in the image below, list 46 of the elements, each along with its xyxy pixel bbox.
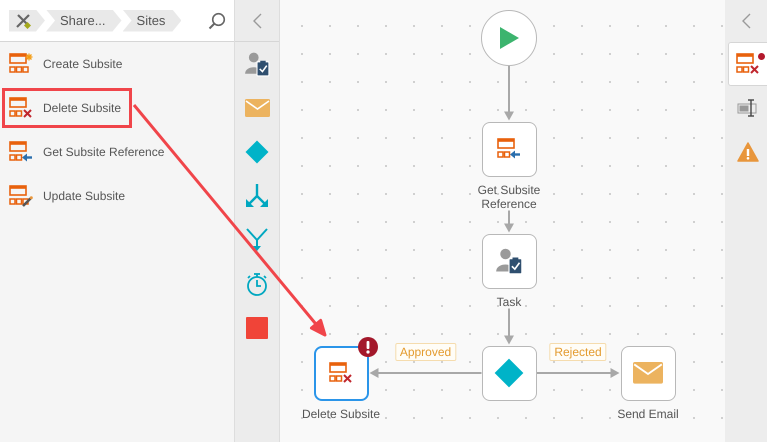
play-icon bbox=[498, 26, 520, 50]
create-subsite-icon bbox=[9, 53, 33, 75]
action-item[interactable]: Update Subsite bbox=[0, 174, 234, 218]
task-icon bbox=[244, 51, 270, 77]
connector-label: Approved bbox=[394, 343, 456, 361]
node-label: Send Email bbox=[616, 406, 680, 420]
rail-tab[interactable] bbox=[728, 42, 767, 86]
delete-subsite-icon bbox=[736, 53, 760, 75]
action-item[interactable]: Create Subsite bbox=[0, 42, 234, 86]
stop-square-icon bbox=[246, 317, 268, 339]
warning-icon bbox=[736, 142, 758, 162]
home-breadcrumb[interactable] bbox=[9, 10, 45, 32]
collapse-icon[interactable] bbox=[252, 12, 262, 28]
connector-arrow bbox=[504, 66, 514, 120]
node-label: Get Subsite Reference bbox=[476, 182, 542, 210]
breadcrumb[interactable]: Sites bbox=[122, 10, 182, 32]
subsite-reference-icon bbox=[497, 138, 521, 160]
diamond-icon bbox=[245, 140, 269, 164]
connector-arrow bbox=[504, 210, 514, 232]
update-subsite-icon bbox=[9, 185, 33, 207]
merge-arrows-icon bbox=[245, 228, 269, 252]
node-label: Task bbox=[496, 294, 522, 308]
node-label: Delete Subsite bbox=[300, 406, 382, 420]
diamond-icon bbox=[494, 358, 524, 388]
search-icon[interactable] bbox=[208, 12, 226, 30]
collapse-icon[interactable] bbox=[741, 13, 751, 29]
action-item[interactable]: Get Subsite Reference bbox=[0, 130, 234, 174]
action-item[interactable]: Delete Subsite bbox=[0, 86, 134, 130]
connector-label: Rejected bbox=[549, 343, 607, 361]
workflow-node[interactable] bbox=[482, 122, 536, 176]
workflow-node[interactable] bbox=[314, 346, 368, 400]
delete-subsite-icon bbox=[9, 97, 33, 119]
get-subsite-icon bbox=[9, 141, 33, 163]
breadcrumb[interactable]: Share... bbox=[46, 10, 122, 32]
workflow-node[interactable] bbox=[620, 346, 676, 400]
stopwatch-icon bbox=[245, 272, 269, 296]
envelope-icon bbox=[244, 99, 270, 117]
workflow-node[interactable] bbox=[482, 234, 536, 288]
tools-icon bbox=[15, 12, 31, 28]
properties-icon bbox=[736, 99, 758, 117]
split-arrows-icon bbox=[245, 184, 269, 208]
delete-subsite-icon bbox=[329, 362, 353, 384]
task-icon bbox=[495, 247, 523, 275]
envelope-icon bbox=[633, 362, 663, 384]
connector-arrow bbox=[504, 308, 514, 344]
workflow-node[interactable] bbox=[482, 346, 536, 400]
